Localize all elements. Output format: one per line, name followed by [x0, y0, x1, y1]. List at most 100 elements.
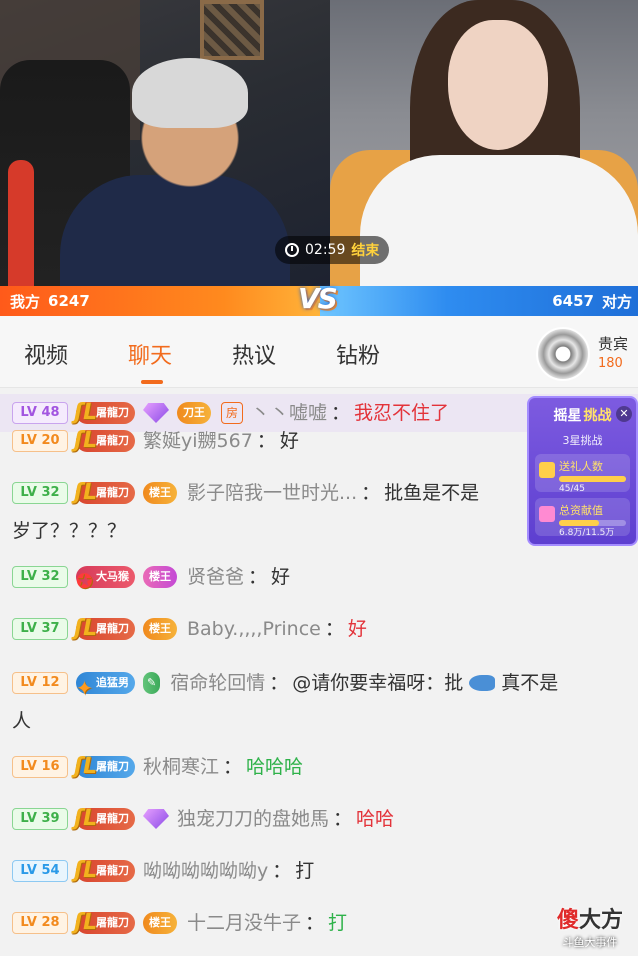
- tab-hot-discussion[interactable]: 热议: [232, 338, 276, 370]
- message-content: 哈哈哈: [246, 756, 304, 778]
- level-badge: LV 28: [12, 912, 68, 934]
- chat-message: LV 39 屠龍刀 独宠刀刀的盘她馬 ： 哈哈: [0, 800, 638, 838]
- streamer-left-hair: [132, 58, 248, 128]
- streamer-left-body: [60, 175, 290, 286]
- guild-badge: 屠龍刀: [74, 474, 135, 512]
- guild-badge: 屠龍刀: [74, 852, 135, 890]
- challenge-title-a: 摇星: [553, 408, 582, 424]
- message-content: 打: [295, 860, 315, 882]
- message-content: 好: [271, 566, 291, 588]
- vip-guest-entry[interactable]: 贵宾 180: [536, 326, 638, 382]
- level-badge: LV 20: [12, 430, 68, 452]
- username[interactable]: 贤爸爸: [187, 558, 244, 596]
- pk-right-score: 6457: [552, 292, 594, 310]
- message-content: @请你要幸福呀：批: [292, 672, 464, 694]
- guest-count: 180: [598, 356, 623, 371]
- username[interactable]: 繁娫yi嬲567: [143, 422, 253, 460]
- chat-message: LV 32 大马猴 楼王 贤爸爸 ： 好: [0, 558, 638, 600]
- timer-value: 02:59: [305, 242, 346, 258]
- live-video-area[interactable]: 02:59 结束: [0, 0, 638, 286]
- tab-diamond-fans[interactable]: 钻粉: [336, 338, 380, 370]
- message-content: 好: [347, 618, 367, 640]
- diamond-gem-icon: [143, 809, 169, 829]
- chat-message: LV 37 屠龍刀 楼王 Baby.,,,,Prince ： 好: [0, 610, 638, 648]
- guild-badge: 追猛男: [76, 669, 135, 707]
- message-content: 哈哈: [356, 808, 395, 830]
- streamer-right-face: [448, 20, 548, 150]
- watermark-logo: 傻大方 斗鱼大事件: [542, 902, 638, 956]
- level-badge: LV 16: [12, 756, 68, 778]
- app-root: 02:59 结束 我方 6247 6457 对方 VS 视频 聊天 热议 钻粉 …: [0, 0, 638, 956]
- fan-badge-icon: ✎: [143, 672, 161, 694]
- fan-badge: 刀王: [177, 402, 211, 424]
- gift-user-icon: [539, 462, 555, 478]
- pk-left-score: 6247: [48, 292, 90, 310]
- pk-right-label: 对方: [601, 292, 632, 311]
- tab-video[interactable]: 视频: [24, 338, 68, 370]
- level-badge: LV 48: [12, 402, 68, 424]
- username[interactable]: 秋桐寒江: [143, 748, 219, 786]
- level-badge: LV 32: [12, 482, 68, 504]
- watermark-name: 大方: [579, 908, 624, 933]
- gift-box-icon: [539, 506, 555, 522]
- fan-badge: 楼王: [143, 912, 177, 934]
- level-badge: LV 32: [12, 566, 68, 588]
- end-label: 结束: [351, 243, 380, 259]
- tab-chat[interactable]: 聊天: [128, 338, 172, 370]
- fish-emoji-icon: [469, 675, 496, 691]
- username[interactable]: 影子陪我一世时光...: [187, 474, 357, 512]
- pk-left-side: 我方 6247: [0, 286, 320, 316]
- guild-badge: 屠龍刀: [74, 800, 135, 838]
- username[interactable]: 宿命轮回情: [170, 664, 265, 702]
- username[interactable]: 十二月没牛子: [187, 904, 301, 942]
- guild-badge: 屠龍刀: [74, 748, 135, 786]
- guest-avatar: [536, 327, 590, 381]
- challenge-level: 3星挑战: [562, 434, 603, 447]
- username[interactable]: 独宠刀刀的盘她馬: [177, 800, 329, 838]
- challenge-task-gifters: 送礼人数 45/45: [535, 454, 630, 494]
- chat-message: LV 12 追猛男 ✎ 宿命轮回情 ： @请你要幸福呀：批 真不是 人: [0, 664, 638, 740]
- pk-right-side: 6457 对方: [320, 286, 638, 316]
- message-content-continued: 人: [12, 710, 32, 732]
- level-badge: LV 12: [12, 672, 68, 694]
- guild-badge: 屠龍刀: [74, 422, 135, 460]
- level-badge: LV 39: [12, 808, 68, 830]
- watermark-sub: 斗鱼大事件: [562, 936, 618, 949]
- guild-badge: 大马猴: [76, 562, 135, 600]
- message-content: 打: [328, 912, 348, 934]
- diamond-gem-icon: [143, 403, 169, 423]
- message-content-tail: 真不是: [501, 672, 559, 694]
- username[interactable]: Baby.,,,,Prince: [187, 610, 321, 648]
- streamer-right-body: [360, 155, 638, 286]
- fan-badge: 楼王: [143, 482, 177, 504]
- pk-timer: 02:59 结束: [275, 236, 390, 264]
- task-label: 送礼人数: [559, 460, 603, 473]
- task-progress-bar: [559, 476, 626, 482]
- guild-badge: 屠龍刀: [74, 904, 135, 942]
- fan-badge: 楼王: [143, 566, 177, 588]
- challenge-task-contribution: 总资献值 6.8万/11.5万: [535, 498, 630, 538]
- active-tab-indicator: [141, 380, 163, 384]
- pk-left-label: 我方: [10, 292, 41, 311]
- vs-logo: VS: [298, 282, 338, 315]
- room-tag: 房: [221, 402, 244, 424]
- challenge-title-b: 挑战: [583, 408, 612, 424]
- guild-badge: 屠龍刀: [74, 610, 135, 648]
- message-content: 好: [279, 430, 299, 452]
- wall-decor: [200, 0, 264, 60]
- task-value: 6.8万/11.5万: [559, 528, 615, 538]
- watermark-char: 傻: [556, 908, 579, 933]
- chat-message: LV 54 屠龍刀 呦呦呦呦呦呦y ： 打: [0, 852, 638, 890]
- task-label: 总资献值: [559, 504, 603, 517]
- fan-badge: 楼王: [143, 618, 177, 640]
- task-value: 45/45: [559, 484, 585, 494]
- close-icon[interactable]: ✕: [616, 406, 632, 422]
- star-challenge-widget[interactable]: 摇星 挑战 ✕ 3星挑战 送礼人数 45/45 总资献值 6.8万/11.5万: [527, 396, 638, 546]
- username[interactable]: 呦呦呦呦呦呦y: [143, 852, 268, 890]
- guest-label: 贵宾: [598, 335, 629, 353]
- message-content: 批鱼是不是: [384, 482, 480, 504]
- level-badge: LV 37: [12, 618, 68, 640]
- guild-badge: 屠龍刀: [74, 394, 135, 432]
- clock-icon: [285, 243, 299, 257]
- level-badge: LV 54: [12, 860, 68, 882]
